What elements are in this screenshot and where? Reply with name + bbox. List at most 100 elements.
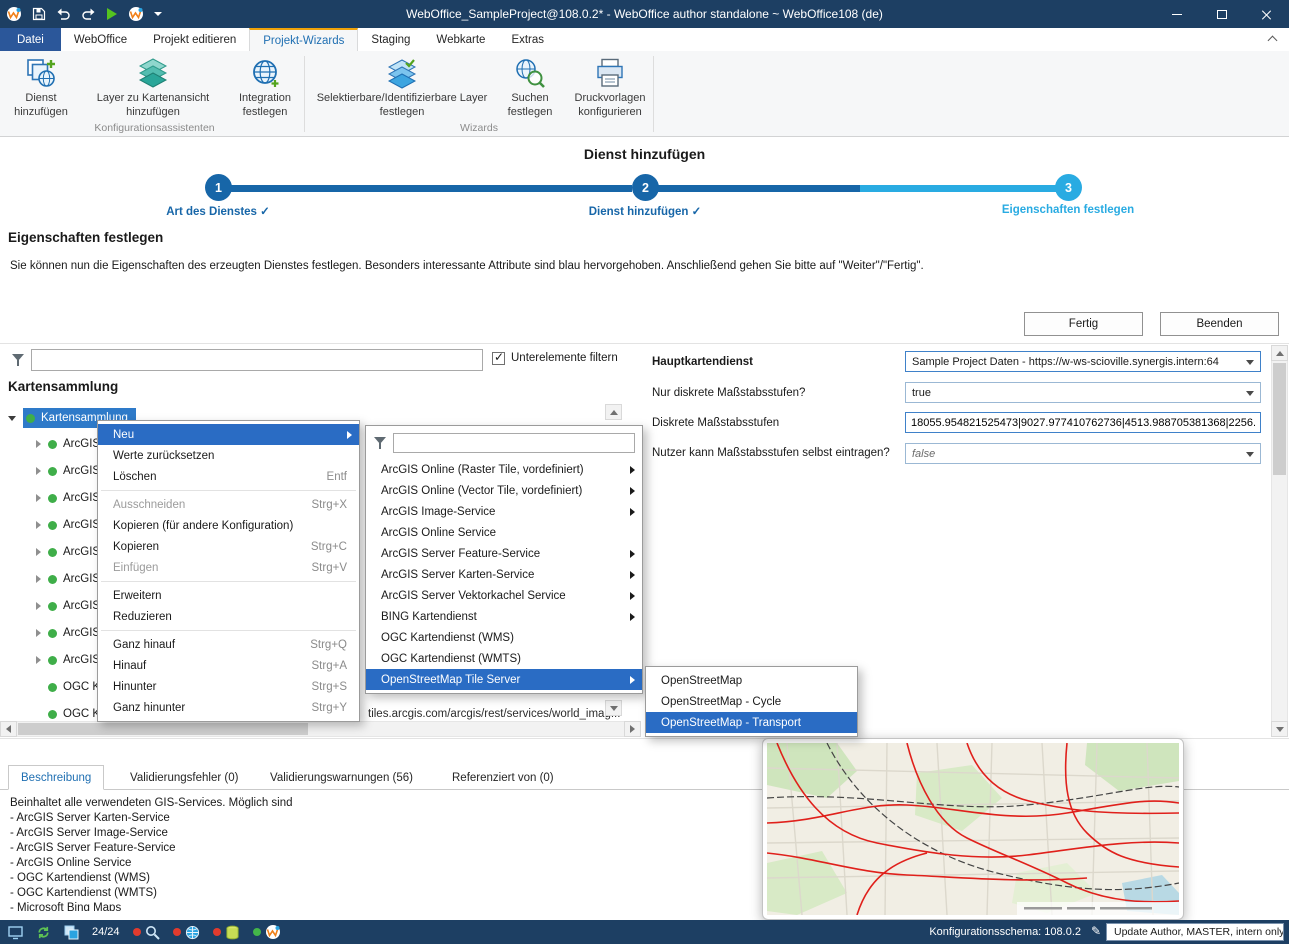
menu-item-openstreetmap-cycle[interactable]: OpenStreetMap - Cycle [646, 691, 857, 712]
menu-item-arcgis-server-vektorkachel[interactable]: ArcGIS Server Vektorkachel Service [366, 585, 642, 606]
vscroll-thumb[interactable] [1273, 363, 1286, 475]
save-icon[interactable] [32, 7, 46, 21]
hauptkartendienst-dropdown[interactable]: Sample Project Daten - https://w-ws-scio… [905, 351, 1261, 372]
tab-referenziert-von[interactable]: Referenziert von (0) [440, 765, 566, 790]
tab-staging[interactable]: Staging [358, 28, 423, 51]
expand-arrow-icon[interactable] [36, 521, 41, 529]
dienst-hinzufuegen-button[interactable]: Dienst hinzufügen [6, 54, 76, 120]
integration-festlegen-button[interactable]: Integration festlegen [226, 54, 304, 120]
update-info-box[interactable]: Update Author, MASTER, intern only [1106, 923, 1284, 941]
expand-arrow-icon[interactable] [36, 494, 41, 502]
expand-arrow-icon[interactable] [36, 467, 41, 475]
vscroll-down-button[interactable] [1271, 721, 1288, 737]
weboffice-status[interactable] [253, 924, 281, 940]
windows-icon[interactable] [64, 925, 79, 940]
menu-item-ogc-wms[interactable]: OGC Kartendienst (WMS) [366, 627, 642, 648]
menu-item-neu[interactable]: Neu [98, 424, 359, 445]
menu-item-ausschneiden[interactable]: AusschneidenStrg+X [98, 494, 359, 515]
menu-item-ganz-hinunter[interactable]: Ganz hinunterStrg+Y [98, 697, 359, 718]
qat-dropdown-icon[interactable] [154, 12, 162, 16]
menu-item-arcgis-online-service[interactable]: ArcGIS Online Service [366, 522, 642, 543]
fertig-button[interactable]: Fertig [1024, 312, 1143, 336]
menu-item-openstreetmap[interactable]: OpenStreetMap [646, 670, 857, 691]
tab-webkarte[interactable]: Webkarte [423, 28, 498, 51]
menu-item-reduzieren[interactable]: Reduzieren [98, 606, 359, 627]
tree-row[interactable]: ArcGIS [36, 541, 100, 563]
tree-row[interactable]: ArcGIS [36, 514, 100, 536]
expand-arrow-icon[interactable] [36, 440, 41, 448]
expand-arrow-icon[interactable] [36, 629, 41, 637]
tab-validierungswarnungen[interactable]: Validierungswarnungen (56) [258, 765, 425, 790]
tab-beschreibung[interactable]: Beschreibung [8, 765, 104, 790]
menu-item-arcgis-server-feature-service[interactable]: ArcGIS Server Feature-Service [366, 543, 642, 564]
tree-row[interactable]: ArcGIS [36, 487, 100, 509]
edit-pen-icon[interactable] [1091, 924, 1101, 938]
tree-row[interactable]: ArcGIS [36, 568, 100, 590]
maximize-button[interactable] [1199, 0, 1244, 28]
tree-scroll-down-button[interactable] [605, 700, 622, 716]
menu-item-einfuegen[interactable]: EinfügenStrg+V [98, 557, 359, 578]
diskrete-massstabsstufen-dropdown[interactable]: true [905, 382, 1261, 403]
selektierbare-layer-button[interactable]: Selektierbare/Identifizierbare Layer fes… [310, 54, 494, 120]
menu-item-openstreetmap-transport[interactable]: OpenStreetMap - Transport [646, 712, 857, 733]
vscroll-up-button[interactable] [1271, 345, 1288, 361]
step-3-circle[interactable]: 3 [1055, 174, 1082, 201]
menu-item-openstreetmap-tile-server[interactable]: OpenStreetMap Tile Server [366, 669, 642, 690]
search-status[interactable] [133, 925, 160, 940]
menu-item-arcgis-online-vector-tile[interactable]: ArcGIS Online (Vector Tile, vordefiniert… [366, 480, 642, 501]
weboffice-logo-icon[interactable] [128, 6, 144, 22]
massstabsstufen-input[interactable] [905, 412, 1261, 433]
hscroll-thumb[interactable] [18, 723, 308, 735]
web-status[interactable] [173, 925, 200, 940]
tree-row[interactable]: ArcGIS [36, 622, 100, 644]
tree-row[interactable]: ArcGIS [36, 649, 100, 671]
layer-zu-kartenansicht-button[interactable]: Layer zu Kartenansicht hinzufügen [82, 54, 224, 120]
tree-row[interactable]: ArcGIS [36, 595, 100, 617]
menu-item-kopieren-konfiguration[interactable]: Kopieren (für andere Konfiguration) [98, 515, 359, 536]
sync-icon[interactable] [36, 925, 51, 940]
step-2-circle[interactable]: 2 [632, 174, 659, 201]
menu-item-loeschen[interactable]: LöschenEntf [98, 466, 359, 487]
app-logo-icon[interactable] [6, 6, 22, 22]
tab-extras[interactable]: Extras [498, 28, 557, 51]
tree-row[interactable]: ArcGIS [36, 433, 100, 455]
close-button[interactable] [1244, 0, 1289, 28]
step-1-circle[interactable]: 1 [205, 174, 232, 201]
tab-projekt-editieren[interactable]: Projekt editieren [140, 28, 249, 51]
tab-weboffice[interactable]: WebOffice [61, 28, 140, 51]
log-icon[interactable] [8, 925, 23, 940]
druckvorlagen-button[interactable]: Druckvorlagen konfigurieren [566, 54, 654, 120]
menu-item-arcgis-server-karten-service[interactable]: ArcGIS Server Karten-Service [366, 564, 642, 585]
nutzer-massstabsstufen-dropdown[interactable]: false [905, 443, 1261, 464]
expand-arrow-icon[interactable] [36, 602, 41, 610]
tree-scroll-up-button[interactable] [605, 404, 622, 420]
hscroll-left-button[interactable] [0, 721, 17, 737]
menu-item-arcgis-image-service[interactable]: ArcGIS Image-Service [366, 501, 642, 522]
tree-row[interactable]: ArcGIS [36, 460, 100, 482]
collapse-arrow-icon[interactable] [8, 416, 16, 421]
expand-arrow-icon[interactable] [36, 656, 41, 664]
unterelemente-filtern-checkbox[interactable] [492, 352, 505, 365]
menu-item-hinunter[interactable]: HinunterStrg+S [98, 676, 359, 697]
menu-item-bing-kartendienst[interactable]: BING Kartendienst [366, 606, 642, 627]
menu-item-werte-zuruecksetzen[interactable]: Werte zurücksetzen [98, 445, 359, 466]
expand-arrow-icon[interactable] [36, 575, 41, 583]
tree-filter-input[interactable] [31, 349, 483, 371]
expand-arrow-icon[interactable] [36, 548, 41, 556]
redo-icon[interactable] [81, 8, 96, 21]
database-status[interactable] [213, 925, 240, 940]
menu-item-hinauf[interactable]: HinaufStrg+A [98, 655, 359, 676]
menu-item-arcgis-online-raster-tile[interactable]: ArcGIS Online (Raster Tile, vordefiniert… [366, 459, 642, 480]
tab-projekt-wizards[interactable]: Projekt-Wizards [249, 28, 358, 51]
undo-icon[interactable] [56, 8, 71, 21]
suchen-festlegen-button[interactable]: Suchen festlegen [498, 54, 562, 120]
menu-item-ganz-hinauf[interactable]: Ganz hinaufStrg+Q [98, 634, 359, 655]
menu-item-ogc-wmts[interactable]: OGC Kartendienst (WMTS) [366, 648, 642, 669]
hscroll-right-button[interactable] [624, 721, 641, 737]
beenden-button[interactable]: Beenden [1160, 312, 1279, 336]
submenu-filter-input[interactable] [393, 433, 635, 453]
tab-datei[interactable]: Datei [0, 28, 61, 51]
run-icon[interactable] [106, 7, 118, 21]
menu-item-erweitern[interactable]: Erweitern [98, 585, 359, 606]
minimize-button[interactable] [1154, 0, 1199, 28]
